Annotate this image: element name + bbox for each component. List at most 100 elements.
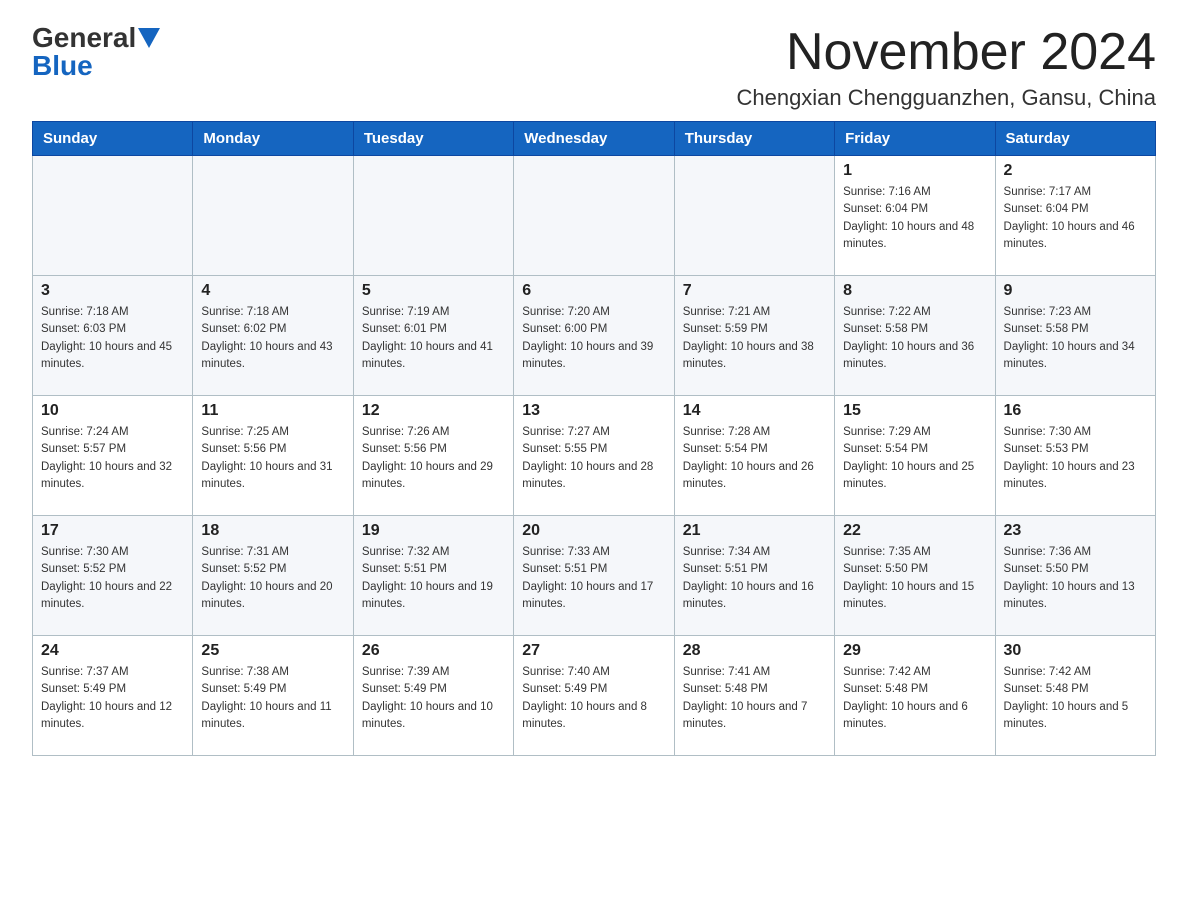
day-number: 17 [41, 522, 184, 540]
day-info: Sunrise: 7:28 AMSunset: 5:54 PMDaylight:… [683, 424, 826, 493]
calendar-cell [33, 156, 193, 276]
logo-blue-text: Blue [32, 52, 93, 80]
calendar-cell: 11Sunrise: 7:25 AMSunset: 5:56 PMDayligh… [193, 396, 353, 516]
weekday-header-wednesday: Wednesday [514, 122, 674, 156]
day-info: Sunrise: 7:30 AMSunset: 5:53 PMDaylight:… [1004, 424, 1147, 493]
day-info: Sunrise: 7:38 AMSunset: 5:49 PMDaylight:… [201, 664, 344, 733]
calendar-cell: 1 Sunrise: 7:16 AMSunset: 6:04 PMDaylight… [835, 156, 995, 276]
day-number: 18 [201, 522, 344, 540]
calendar-cell: 5Sunrise: 7:19 AMSunset: 6:01 PMDaylight… [353, 276, 513, 396]
day-number: 9 [1004, 282, 1147, 300]
calendar-cell: 4 Sunrise: 7:18 AMSunset: 6:02 PMDaylight… [193, 276, 353, 396]
day-info: Sunrise: 7:42 AMSunset: 5:48 PMDaylight:… [1004, 664, 1147, 733]
calendar-cell: 12 Sunrise: 7:26 AMSunset: 5:56 PMDayligh… [353, 396, 513, 516]
calendar-cell: 26 Sunrise: 7:39 AMSunset: 5:49 PMDayligh… [353, 636, 513, 756]
calendar-cell: 17 Sunrise: 7:30 AMSunset: 5:52 PMDayligh… [33, 516, 193, 636]
day-info: Sunrise: 7:39 AMSunset: 5:49 PMDaylight:… [362, 664, 505, 733]
day-number: 13 [522, 402, 665, 420]
day-number: 25 [201, 642, 344, 660]
day-info: Sunrise: 7:36 AMSunset: 5:50 PMDaylight:… [1004, 544, 1147, 613]
day-number: 23 [1004, 522, 1147, 540]
day-number: 29 [843, 642, 986, 660]
day-number: 28 [683, 642, 826, 660]
day-info: Sunrise: 7:18 AMSunset: 6:03 PMDaylight:… [41, 304, 184, 373]
day-number: 5 [362, 282, 505, 300]
day-info: Sunrise: 7:30 AMSunset: 5:52 PMDaylight:… [41, 544, 184, 613]
day-number: 10 [41, 402, 184, 420]
weekday-header-sunday: Sunday [33, 122, 193, 156]
day-info: Sunrise: 7:21 AMSunset: 5:59 PMDaylight:… [683, 304, 826, 373]
calendar-cell: 19 Sunrise: 7:32 AMSunset: 5:51 PMDayligh… [353, 516, 513, 636]
day-info: Sunrise: 7:33 AMSunset: 5:51 PMDaylight:… [522, 544, 665, 613]
calendar-cell: 2 Sunrise: 7:17 AMSunset: 6:04 PMDaylight… [995, 156, 1155, 276]
calendar-cell: 23 Sunrise: 7:36 AMSunset: 5:50 PMDayligh… [995, 516, 1155, 636]
logo-triangle-icon [138, 28, 160, 50]
calendar-cell: 6 Sunrise: 7:20 AMSunset: 6:00 PMDaylight… [514, 276, 674, 396]
day-number: 14 [683, 402, 826, 420]
calendar-cell: 28 Sunrise: 7:41 AMSunset: 5:48 PMDayligh… [674, 636, 834, 756]
day-number: 4 [201, 282, 344, 300]
calendar-cell: 10 Sunrise: 7:24 AMSunset: 5:57 PMDayligh… [33, 396, 193, 516]
calendar-cell: 16 Sunrise: 7:30 AMSunset: 5:53 PMDayligh… [995, 396, 1155, 516]
day-number: 6 [522, 282, 665, 300]
day-info: Sunrise: 7:16 AMSunset: 6:04 PMDaylight:… [843, 184, 986, 253]
day-number: 24 [41, 642, 184, 660]
day-number: 27 [522, 642, 665, 660]
weekday-header-monday: Monday [193, 122, 353, 156]
location-title: Chengxian Chengguanzhen, Gansu, China [736, 85, 1156, 111]
weekday-row: SundayMondayTuesdayWednesdayThursdayFrid… [33, 122, 1156, 156]
calendar-cell: 24Sunrise: 7:37 AMSunset: 5:49 PMDayligh… [33, 636, 193, 756]
calendar-cell: 8 Sunrise: 7:22 AMSunset: 5:58 PMDaylight… [835, 276, 995, 396]
month-title: November 2024 [736, 24, 1156, 81]
day-number: 26 [362, 642, 505, 660]
calendar-week-3: 10 Sunrise: 7:24 AMSunset: 5:57 PMDayligh… [33, 396, 1156, 516]
day-number: 16 [1004, 402, 1147, 420]
day-info: Sunrise: 7:22 AMSunset: 5:58 PMDaylight:… [843, 304, 986, 373]
day-number: 19 [362, 522, 505, 540]
page-header: General Blue November 2024 Chengxian Che… [32, 24, 1156, 111]
day-info: Sunrise: 7:29 AMSunset: 5:54 PMDaylight:… [843, 424, 986, 493]
calendar-cell: 3 Sunrise: 7:18 AMSunset: 6:03 PMDaylight… [33, 276, 193, 396]
day-info: Sunrise: 7:41 AMSunset: 5:48 PMDaylight:… [683, 664, 826, 733]
day-number: 3 [41, 282, 184, 300]
calendar-week-2: 3 Sunrise: 7:18 AMSunset: 6:03 PMDaylight… [33, 276, 1156, 396]
day-info: Sunrise: 7:20 AMSunset: 6:00 PMDaylight:… [522, 304, 665, 373]
calendar-cell: 29 Sunrise: 7:42 AMSunset: 5:48 PMDayligh… [835, 636, 995, 756]
calendar-cell: 7 Sunrise: 7:21 AMSunset: 5:59 PMDaylight… [674, 276, 834, 396]
day-number: 11 [201, 402, 344, 420]
day-info: Sunrise: 7:17 AMSunset: 6:04 PMDaylight:… [1004, 184, 1147, 253]
day-info: Sunrise: 7:32 AMSunset: 5:51 PMDaylight:… [362, 544, 505, 613]
day-info: Sunrise: 7:31 AMSunset: 5:52 PMDaylight:… [201, 544, 344, 613]
calendar-cell: 13Sunrise: 7:27 AMSunset: 5:55 PMDayligh… [514, 396, 674, 516]
weekday-header-tuesday: Tuesday [353, 122, 513, 156]
calendar-cell [353, 156, 513, 276]
day-number: 12 [362, 402, 505, 420]
calendar-cell: 27 Sunrise: 7:40 AMSunset: 5:49 PMDayligh… [514, 636, 674, 756]
calendar-cell [674, 156, 834, 276]
weekday-header-thursday: Thursday [674, 122, 834, 156]
calendar-cell: 9Sunrise: 7:23 AMSunset: 5:58 PMDaylight… [995, 276, 1155, 396]
calendar-week-4: 17 Sunrise: 7:30 AMSunset: 5:52 PMDayligh… [33, 516, 1156, 636]
day-number: 21 [683, 522, 826, 540]
calendar-week-5: 24Sunrise: 7:37 AMSunset: 5:49 PMDayligh… [33, 636, 1156, 756]
day-number: 20 [522, 522, 665, 540]
day-number: 7 [683, 282, 826, 300]
day-number: 2 [1004, 162, 1147, 180]
day-number: 1 [843, 162, 986, 180]
calendar-cell: 15Sunrise: 7:29 AMSunset: 5:54 PMDayligh… [835, 396, 995, 516]
day-info: Sunrise: 7:24 AMSunset: 5:57 PMDaylight:… [41, 424, 184, 493]
day-info: Sunrise: 7:35 AMSunset: 5:50 PMDaylight:… [843, 544, 986, 613]
calendar-cell: 21 Sunrise: 7:34 AMSunset: 5:51 PMDayligh… [674, 516, 834, 636]
day-info: Sunrise: 7:18 AMSunset: 6:02 PMDaylight:… [201, 304, 344, 373]
weekday-header-saturday: Saturday [995, 122, 1155, 156]
calendar-body: 1 Sunrise: 7:16 AMSunset: 6:04 PMDaylight… [33, 156, 1156, 756]
day-info: Sunrise: 7:40 AMSunset: 5:49 PMDaylight:… [522, 664, 665, 733]
day-info: Sunrise: 7:42 AMSunset: 5:48 PMDaylight:… [843, 664, 986, 733]
calendar-cell: 20 Sunrise: 7:33 AMSunset: 5:51 PMDayligh… [514, 516, 674, 636]
day-number: 30 [1004, 642, 1147, 660]
day-number: 8 [843, 282, 986, 300]
day-info: Sunrise: 7:26 AMSunset: 5:56 PMDaylight:… [362, 424, 505, 493]
calendar-cell: 18 Sunrise: 7:31 AMSunset: 5:52 PMDayligh… [193, 516, 353, 636]
calendar-cell [514, 156, 674, 276]
day-info: Sunrise: 7:34 AMSunset: 5:51 PMDaylight:… [683, 544, 826, 613]
